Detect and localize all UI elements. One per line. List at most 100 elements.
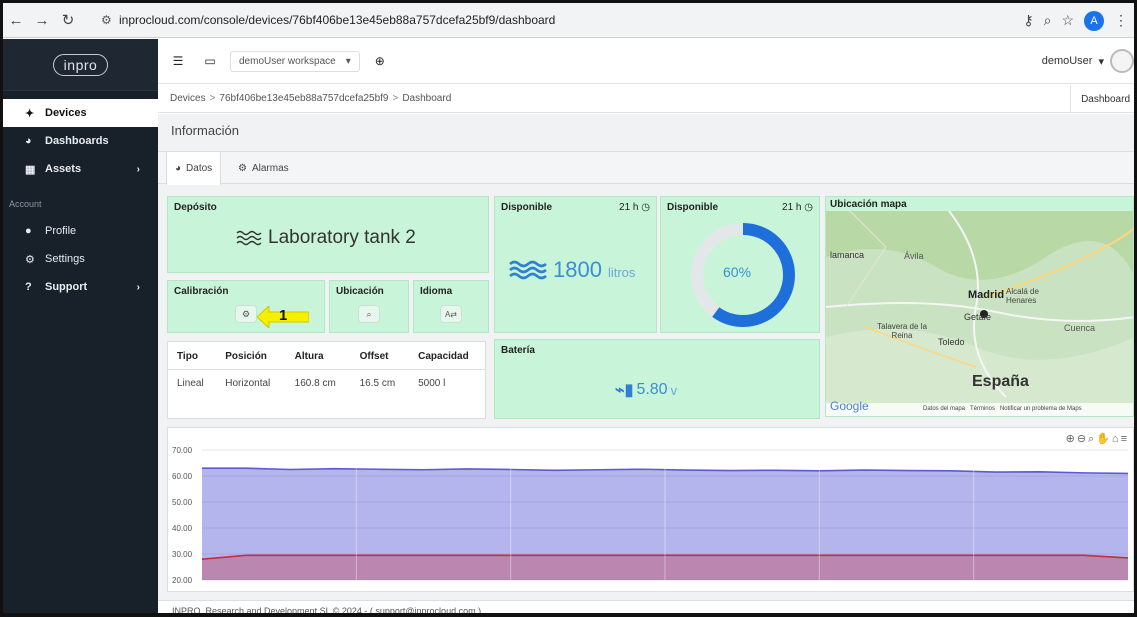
map-label-talavera: Talavera de la Reina bbox=[877, 322, 927, 340]
menu-dots-icon[interactable]: ⋮ bbox=[1114, 12, 1128, 29]
sidebar-item-assets[interactable]: ▦ Assets › bbox=[3, 155, 158, 183]
account-section-label: Account bbox=[9, 199, 42, 209]
map-report-link[interactable]: Notificar un problema de Maps bbox=[1000, 406, 1082, 412]
sidebar-item-label: Dashboards bbox=[45, 135, 109, 147]
sidebar-item-devices[interactable]: ✦ Devices bbox=[3, 99, 158, 127]
section-title: Información bbox=[171, 123, 239, 138]
location-map[interactable]: Ubicación mapa lamanca Ávila Madrid Alca… bbox=[825, 196, 1134, 417]
tab-alarmas[interactable]: ⚙ Alarmas bbox=[230, 152, 297, 184]
home-icon[interactable]: ⌂ bbox=[1112, 433, 1121, 445]
table-cell: Lineal bbox=[177, 378, 204, 389]
user-avatar[interactable] bbox=[1110, 49, 1134, 73]
card-title: Ubicación bbox=[336, 286, 384, 297]
add-circle-icon[interactable]: ⊕ bbox=[368, 54, 392, 68]
reload-icon[interactable]: ↻ bbox=[55, 11, 81, 29]
chart-menu-icon[interactable]: ≡ bbox=[1121, 433, 1129, 445]
gears-icon: ⚙ bbox=[241, 308, 251, 319]
card-title: Ubicación mapa bbox=[830, 199, 907, 210]
zoom-icon[interactable]: ⌕ bbox=[1044, 12, 1052, 29]
gear-icon: ⚙ bbox=[238, 162, 247, 174]
key-icon[interactable]: ⚷ bbox=[1023, 12, 1033, 29]
ubicacion-card: Ubicación ⌕ bbox=[329, 280, 409, 333]
level-chart[interactable]: 70.00 60.00 50.00 40.00 30.00 20.00 ⊕⊖⌕✋⌂≡ bbox=[167, 427, 1134, 592]
user-icon: ● bbox=[25, 225, 32, 237]
chevron-right-icon: › bbox=[136, 163, 140, 175]
map-label-espana: España bbox=[972, 373, 1029, 390]
dashboard-tab[interactable]: Dashboard bbox=[1070, 85, 1134, 113]
tab-datos[interactable]: ◕ Datos bbox=[166, 152, 222, 185]
chart-canvas[interactable]: 70.00 60.00 50.00 40.00 30.00 20.00 bbox=[168, 428, 1135, 593]
map-label-toledo: Toledo bbox=[938, 337, 965, 347]
annotation-number: 1 bbox=[279, 307, 288, 324]
map-google-logo: Google bbox=[830, 399, 869, 413]
user-menu[interactable]: demoUser ▾ bbox=[1042, 49, 1134, 73]
column-header: Capacidad bbox=[409, 342, 485, 370]
percent-label: 60% bbox=[723, 264, 752, 280]
pan-icon[interactable]: ✋ bbox=[1096, 433, 1112, 445]
chevron-right-icon: › bbox=[136, 281, 140, 293]
map-label-salamanca: lamanca bbox=[830, 250, 865, 260]
tab-bar: ◕ Datos ⚙ Alarmas bbox=[158, 151, 1134, 185]
age-value: 21 h bbox=[619, 202, 639, 213]
location-button[interactable]: ⌕ bbox=[358, 305, 380, 323]
tank-specs-table: Tipo Posición Altura Offset Capacidad Li… bbox=[167, 341, 486, 419]
battery-charging-icon: ⌁▮ bbox=[615, 382, 634, 399]
folder-icon[interactable]: ▭ bbox=[198, 54, 222, 68]
table-row: Lineal Horizontal 160.8 cm 16.5 cm 5000 … bbox=[168, 370, 485, 398]
column-header: Posición bbox=[216, 342, 286, 370]
water-waves-icon bbox=[509, 260, 547, 280]
zoom-out-icon[interactable]: ⊖ bbox=[1077, 433, 1088, 445]
address-bar[interactable]: ⚙ inprocloud.com/console/devices/76bf406… bbox=[101, 7, 1134, 33]
breadcrumb-device-id[interactable]: 76bf406be13e45eb88a757dcefa25bf9 bbox=[219, 93, 388, 104]
card-title: Calibración bbox=[174, 286, 229, 297]
browser-profile-avatar[interactable]: A bbox=[1084, 10, 1104, 31]
back-arrow-icon[interactable]: ← bbox=[3, 12, 29, 29]
sidebar-item-label: Assets bbox=[45, 163, 82, 175]
page-footer: INPRO, Research and Development SL © 202… bbox=[158, 600, 1134, 613]
map-data-link[interactable]: Datos del mapa bbox=[923, 406, 965, 412]
map-label-cuenca: Cuenca bbox=[1064, 323, 1096, 333]
disponible-percent-card: Disponible 21 h ◷ 60% bbox=[660, 196, 820, 333]
dashboard-tab-label: Dashboard bbox=[1081, 93, 1130, 105]
sidebar-toggle-icon[interactable]: ☰ bbox=[166, 54, 190, 68]
clock-icon: ◷ bbox=[641, 202, 650, 213]
caret-down-icon: ▾ bbox=[345, 55, 351, 67]
y-tick-label: 70.00 bbox=[172, 446, 193, 455]
star-icon[interactable]: ☆ bbox=[1061, 12, 1074, 29]
sidebar-item-label: Devices bbox=[45, 107, 87, 119]
disponible-litros-card: Disponible 21 h ◷ 1800 litros bbox=[494, 196, 657, 333]
dashboard-icon: ◕ bbox=[175, 163, 182, 174]
zoom-in-icon[interactable]: ⊕ bbox=[1066, 433, 1077, 445]
site-info-icon[interactable]: ⚙ bbox=[101, 13, 119, 27]
sidebar-item-dashboards[interactable]: ◕ Dashboards bbox=[3, 127, 158, 155]
language-button[interactable]: A⇄ bbox=[440, 305, 462, 323]
breadcrumb-devices[interactable]: Devices bbox=[170, 93, 206, 104]
breadcrumb-current: Dashboard bbox=[402, 93, 452, 104]
sidebar: inpro ✦ Devices ◕ Dashboards ▦ Assets › … bbox=[3, 39, 158, 613]
card-title: Depósito bbox=[174, 202, 217, 213]
map-label-madrid: Madrid bbox=[968, 289, 1005, 301]
gears-icon: ⚙ bbox=[25, 253, 35, 266]
chart-toolbar: ⊕⊖⌕✋⌂≡ bbox=[1066, 432, 1129, 446]
card-title: Disponible bbox=[667, 202, 719, 213]
calibration-button[interactable]: ⚙ bbox=[235, 305, 257, 323]
user-name: demoUser bbox=[1041, 55, 1093, 67]
map-label-alcala: Alcalá de Henares bbox=[1006, 287, 1039, 305]
forward-arrow-icon[interactable]: → bbox=[29, 12, 55, 29]
question-icon: ? bbox=[25, 281, 32, 293]
clock-icon: ◷ bbox=[804, 202, 813, 213]
tank-name: Laboratory tank 2 bbox=[268, 227, 416, 248]
sidebar-item-profile[interactable]: ● Profile bbox=[3, 217, 158, 245]
sidebar-item-support[interactable]: ? Support › bbox=[3, 273, 158, 301]
breadcrumb: Devices > 76bf406be13e45eb88a757dcefa25b… bbox=[158, 85, 1134, 113]
inpro-logo[interactable]: inpro bbox=[52, 53, 109, 76]
age-value: 21 h bbox=[782, 202, 802, 213]
url-text[interactable]: inprocloud.com/console/devices/76bf406be… bbox=[119, 13, 555, 27]
y-tick-label: 60.00 bbox=[172, 472, 193, 481]
plug-icon: ✦ bbox=[25, 107, 35, 120]
workspace-select[interactable]: demoUser workspace ▾ bbox=[230, 50, 360, 72]
workspace-label: demoUser workspace bbox=[239, 55, 336, 67]
sidebar-item-settings[interactable]: ⚙ Settings bbox=[3, 245, 158, 273]
map-terms-link[interactable]: Términos bbox=[970, 406, 995, 412]
zoom-select-icon[interactable]: ⌕ bbox=[1088, 433, 1096, 445]
